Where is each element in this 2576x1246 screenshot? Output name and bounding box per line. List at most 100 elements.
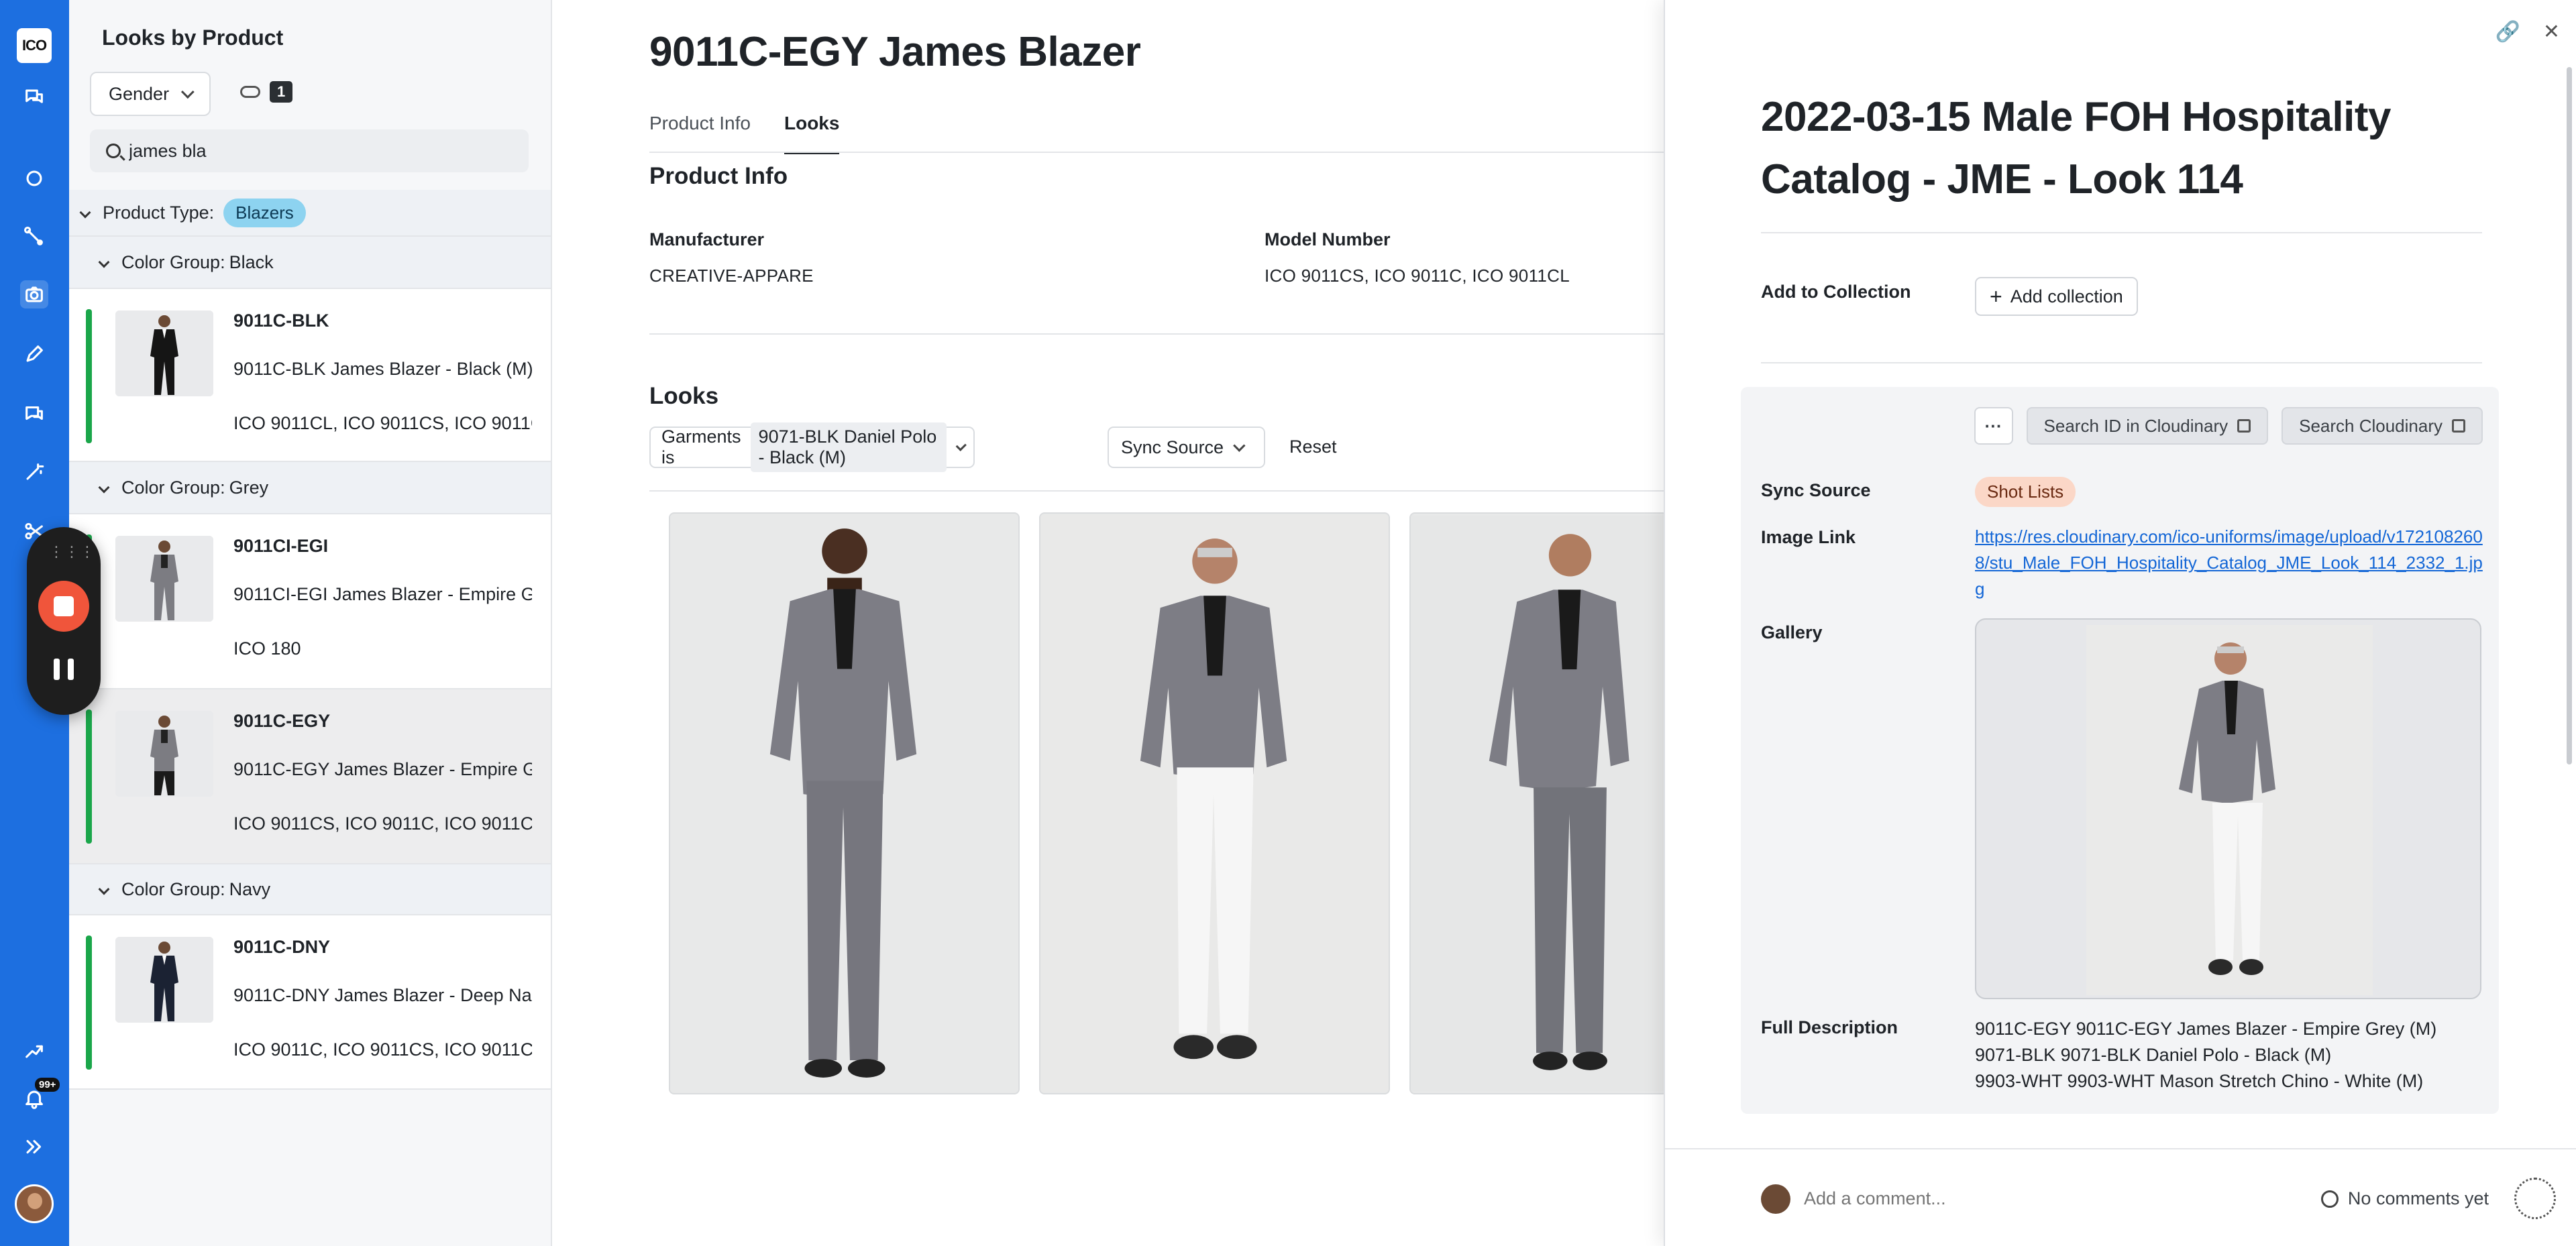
list-item[interactable]: 9011CI-EGI 9011CI-EGI James Blazer - Emp… [69, 514, 551, 689]
add-to-collection-label: Add to Collection [1761, 282, 1911, 302]
camera-icon[interactable] [20, 280, 48, 308]
tab-looks[interactable]: Looks [784, 111, 840, 154]
sync-source-chip: Shot Lists [1975, 477, 2076, 507]
product-type-label: Product Type: [103, 202, 215, 223]
chat-bubble-icon[interactable] [20, 399, 48, 427]
product-tabs: Product Info Looks [649, 111, 840, 154]
drag-handle-icon[interactable]: ⋮⋮⋮ [49, 543, 95, 560]
garments-filter-value: 9071-BLK Daniel Polo - Black (M) [750, 422, 947, 472]
product-type-group-header[interactable]: Product Type: Blazers [69, 190, 551, 237]
look-card[interactable] [1039, 512, 1390, 1094]
manufacturer-value: CREATIVE-APPARE [649, 266, 814, 286]
status-bar [86, 309, 92, 443]
chevron-down-icon [955, 440, 967, 451]
app-logo[interactable]: ICO [17, 28, 52, 63]
search-id-cloudinary-button[interactable]: Search ID in Cloudinary [2026, 407, 2269, 445]
chart-icon[interactable] [20, 1036, 48, 1064]
manufacturer-label: Manufacturer [649, 229, 765, 249]
more-options-button[interactable]: ··· [1974, 407, 2013, 445]
stop-recording-button[interactable] [38, 581, 89, 632]
chevron-down-icon [79, 207, 91, 219]
linked-count-badge: 1 [270, 81, 293, 103]
pause-icon [54, 659, 60, 680]
status-bar [86, 936, 92, 1070]
looks-heading: Looks [649, 383, 719, 409]
item-models: ICO 9011CS, ICO 9011C, ICO 9011CL [233, 813, 532, 834]
color-group-label: Color Group: [121, 477, 225, 498]
full-description: 9011C-EGY 9011C-EGY James Blazer - Empir… [1975, 1016, 2436, 1094]
gallery-image[interactable] [1975, 618, 2481, 999]
color-group-header-black[interactable]: Color Group: Black [69, 237, 551, 289]
color-group-label: Color Group: [121, 879, 225, 899]
screen-recorder-widget: ⋮⋮⋮ [27, 527, 101, 715]
search-input[interactable] [129, 140, 504, 162]
look-card[interactable] [669, 512, 1020, 1094]
gallery-label: Gallery [1761, 622, 1823, 642]
product-thumbnail [115, 536, 213, 622]
no-comments-label: No comments yet [2347, 1188, 2489, 1208]
page-title: 9011C-EGY James Blazer [649, 29, 1141, 75]
garments-filter[interactable]: Garments is 9071-BLK Daniel Polo - Black… [649, 422, 975, 472]
pause-recording-button[interactable] [54, 659, 74, 681]
wrench-icon[interactable] [20, 223, 48, 251]
comments-status: No comments yet [2320, 1188, 2489, 1209]
color-group-value: Black [229, 251, 274, 272]
sync-source-label: Sync Source [1761, 480, 1871, 500]
link-icon[interactable]: 🔗 [2496, 20, 2520, 44]
looks-by-product-panel: Looks by Product Gender 1 Product Type: … [69, 0, 552, 1246]
product-info-heading: Product Info [649, 163, 788, 189]
gender-filter-label: Gender [109, 83, 170, 104]
add-collection-label: Add collection [2010, 286, 2123, 306]
commenter-avatar [1761, 1184, 1790, 1214]
color-group-header-navy[interactable]: Color Group: Navy [69, 864, 551, 915]
magic-wand-icon[interactable] [20, 458, 48, 486]
gender-filter-dropdown[interactable]: Gender [90, 72, 211, 116]
card-actions: ··· Search ID in Cloudinary Search Cloud… [1974, 407, 2483, 445]
chevron-down-icon [98, 256, 110, 268]
chat-icon[interactable] [20, 83, 48, 111]
close-icon[interactable]: ✕ [2543, 20, 2560, 44]
product-thumbnail [115, 310, 213, 396]
user-avatar[interactable] [15, 1184, 54, 1223]
add-collection-button[interactable]: + Add collection [1975, 277, 2138, 316]
chevron-down-icon [98, 482, 110, 494]
list-item[interactable]: 9011C-BLK 9011C-BLK James Blazer - Black… [69, 289, 551, 462]
chevron-down-icon [1233, 439, 1246, 452]
linked-filter-chip[interactable]: 1 [240, 81, 293, 103]
loading-spinner-icon [2514, 1178, 2556, 1219]
product-thumbnail [115, 711, 213, 797]
section-divider [1761, 362, 2482, 363]
description-line: 9903-WHT 9903-WHT Mason Stretch Chino - … [1975, 1071, 2424, 1091]
item-models: ICO 9011CL, ICO 9011CS, ICO 9011C [233, 413, 532, 433]
panel-title: Looks by Product [102, 25, 284, 50]
drawer-top-actions: 🔗 ✕ [2496, 20, 2561, 44]
chevron-down-icon [180, 85, 195, 99]
description-line: 9071-BLK 9071-BLK Daniel Polo - Black (M… [1975, 1045, 2332, 1065]
search-cloudinary-label: Search Cloudinary [2299, 415, 2443, 436]
color-group-label: Color Group: [121, 251, 225, 272]
link-icon [240, 86, 260, 98]
product-detail-main: 9011C-EGY James Blazer Product Info Look… [553, 0, 1668, 1246]
color-group-header-grey[interactable]: Color Group: Grey [69, 462, 551, 514]
item-name: 9011C-BLK James Blazer - Black (M) [233, 359, 532, 379]
sync-source-filter[interactable]: Sync Source [1108, 427, 1265, 468]
external-link-icon [2452, 419, 2465, 433]
list-item[interactable]: 9011C-DNY 9011C-DNY James Blazer - Deep … [69, 915, 551, 1090]
circle-icon[interactable] [20, 164, 48, 192]
section-divider [1761, 232, 2482, 233]
expand-icon[interactable] [20, 1133, 48, 1161]
list-item-selected[interactable]: 9011C-EGY 9011C-EGY James Blazer - Empir… [69, 689, 551, 864]
plus-icon: + [1990, 284, 2002, 308]
search-cloudinary-button[interactable]: Search Cloudinary [2282, 407, 2483, 445]
pencil-icon[interactable] [20, 340, 48, 368]
image-link-label: Image Link [1761, 527, 1856, 547]
comment-input[interactable] [1804, 1188, 2206, 1209]
reset-button[interactable]: Reset [1289, 437, 1337, 457]
look-card[interactable] [1409, 512, 1668, 1094]
drawer-scrollbar[interactable] [2567, 67, 2572, 764]
tab-product-info[interactable]: Product Info [649, 111, 751, 154]
item-name: 9011C-DNY James Blazer - Deep Na [233, 985, 532, 1005]
search-box[interactable] [90, 129, 529, 172]
image-link[interactable]: https://res.cloudinary.com/ico-uniforms/… [1975, 524, 2485, 602]
item-name: 9011C-EGY James Blazer - Empire G [233, 759, 532, 779]
